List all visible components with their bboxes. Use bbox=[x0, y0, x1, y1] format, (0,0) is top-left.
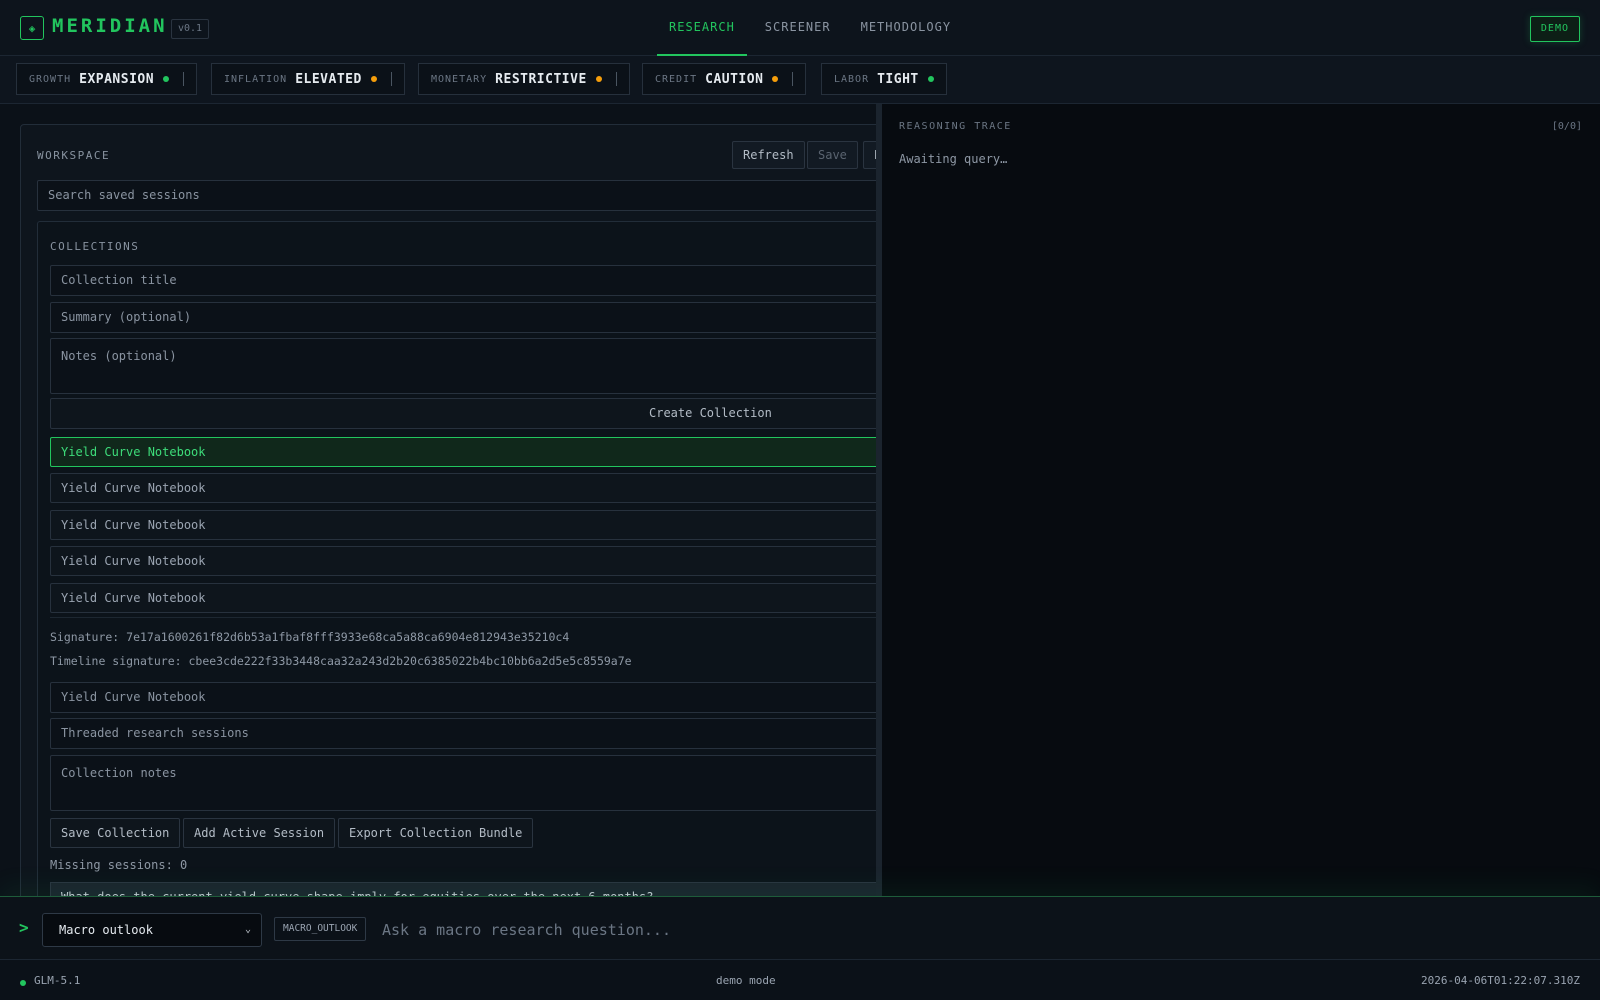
add-active-session-button[interactable]: Add Active Session bbox=[183, 818, 336, 848]
indicator-inflation[interactable]: INFLATION ELEVATED bbox=[211, 63, 405, 95]
separator bbox=[183, 72, 185, 86]
indicator-labor[interactable]: LABOR TIGHT bbox=[821, 63, 947, 95]
mode-select-value: Macro outlook bbox=[59, 923, 153, 937]
model-name: GLM-5.1 bbox=[34, 974, 81, 987]
status-dot-icon bbox=[370, 76, 377, 82]
edit-collection-notes-textarea[interactable]: Collection notes bbox=[50, 755, 876, 811]
collection-item[interactable]: Yield Curve Notebook bbox=[50, 510, 876, 540]
tab-methodology[interactable]: METHODOLOGY bbox=[849, 0, 963, 56]
save-button[interactable]: Save bbox=[807, 141, 858, 169]
brand-name: MERIDIAN bbox=[52, 15, 168, 37]
edit-collection-title-input[interactable]: Yield Curve Notebook bbox=[50, 682, 876, 713]
create-collection-label: Create Collection bbox=[649, 406, 772, 420]
indicator-value: RESTRICTIVE bbox=[495, 71, 587, 87]
missing-sessions-count: Missing sessions: 0 bbox=[50, 858, 188, 872]
status-dot-icon bbox=[163, 76, 170, 82]
indicator-monetary[interactable]: MONETARY RESTRICTIVE bbox=[418, 63, 630, 95]
refresh-button[interactable]: Refresh bbox=[732, 141, 805, 169]
session-item[interactable]: What does the current yield curve shape … bbox=[50, 882, 876, 896]
collections-panel: COLLECTIONS Collection title Summary (op… bbox=[37, 221, 876, 896]
query-input[interactable] bbox=[382, 913, 1572, 947]
timestamp: 2026-04-06T01:22:07.310Z bbox=[1421, 974, 1580, 987]
prompt-chevron-icon: > bbox=[19, 918, 29, 937]
indicator-label: GROWTH bbox=[29, 73, 72, 85]
separator bbox=[390, 72, 392, 86]
collection-item[interactable]: Yield Curve Notebook bbox=[50, 473, 876, 503]
collection-summary-input[interactable]: Summary (optional) bbox=[50, 302, 876, 333]
separator bbox=[615, 72, 617, 86]
indicator-growth[interactable]: GROWTH EXPANSION bbox=[16, 63, 198, 95]
mode-tag: MACRO_OUTLOOK bbox=[274, 917, 367, 941]
app-header: ◈ MERIDIAN v0.1 RESEARCH SCREENER METHOD… bbox=[0, 0, 1600, 56]
collection-signature: Signature: 7e17a1600261f82d6b53a1fbaf8ff… bbox=[50, 630, 570, 644]
indicator-label: CREDIT bbox=[655, 73, 698, 85]
indicator-label: MONETARY bbox=[431, 73, 488, 85]
query-bar: > Macro outlook ⌄ MACRO_OUTLOOK bbox=[0, 896, 1600, 960]
indicator-label: LABOR bbox=[834, 73, 870, 85]
tab-screener[interactable]: SCREENER bbox=[753, 0, 843, 56]
tab-research[interactable]: RESEARCH bbox=[657, 0, 747, 56]
status-dot-icon bbox=[595, 76, 602, 82]
workspace-panel: WORKSPACE Refresh Save E Search saved se… bbox=[20, 124, 876, 896]
collection-item[interactable]: Yield Curve Notebook bbox=[50, 583, 876, 613]
version-badge: v0.1 bbox=[171, 19, 210, 39]
separator bbox=[792, 72, 794, 86]
status-dot-icon bbox=[927, 76, 934, 82]
create-collection-button[interactable]: Create Collection bbox=[50, 398, 876, 429]
main-nav: RESEARCH SCREENER METHODOLOGY bbox=[657, 0, 969, 56]
collections-title: COLLECTIONS bbox=[50, 240, 140, 253]
indicator-value: TIGHT bbox=[877, 71, 919, 87]
timeline-signature: Timeline signature: cbee3cde222f33b3448c… bbox=[50, 654, 632, 668]
indicator-value: CAUTION bbox=[705, 71, 764, 87]
connection-status-icon bbox=[20, 980, 26, 986]
search-sessions-input[interactable]: Search saved sessions bbox=[37, 180, 876, 211]
collection-notes-textarea[interactable]: Notes (optional) bbox=[50, 338, 876, 394]
save-collection-button[interactable]: Save Collection bbox=[50, 818, 181, 848]
workspace-scroll-area[interactable]: WORKSPACE Refresh Save E Search saved se… bbox=[0, 104, 876, 896]
collection-item[interactable]: Yield Curve Notebook bbox=[50, 437, 876, 467]
mode-label: demo mode bbox=[716, 974, 776, 987]
logo-icon: ◈ bbox=[20, 16, 44, 40]
list-divider bbox=[50, 617, 876, 618]
regime-indicator-strip: GROWTH EXPANSION INFLATION ELEVATED MONE… bbox=[0, 56, 1600, 104]
workspace-title: WORKSPACE bbox=[37, 149, 111, 162]
status-bar: GLM-5.1 demo mode 2026-04-06T01:22:07.31… bbox=[0, 960, 1600, 1000]
truncated-button[interactable]: E bbox=[863, 141, 876, 169]
indicator-value: ELEVATED bbox=[295, 71, 362, 87]
reasoning-trace-title: REASONING TRACE bbox=[899, 121, 1012, 132]
chevron-down-icon: ⌄ bbox=[244, 924, 251, 935]
status-dot-icon bbox=[772, 76, 779, 82]
demo-button[interactable]: DEMO bbox=[1529, 16, 1580, 42]
reasoning-trace-panel: REASONING TRACE [0/0] Awaiting query… bbox=[882, 104, 1600, 896]
indicator-value: EXPANSION bbox=[79, 71, 155, 87]
trace-step-counter: [0/0] bbox=[1551, 121, 1582, 132]
collection-item[interactable]: Yield Curve Notebook bbox=[50, 546, 876, 576]
indicator-label: INFLATION bbox=[224, 73, 288, 85]
edit-collection-summary-input[interactable]: Threaded research sessions bbox=[50, 718, 876, 749]
export-collection-bundle-button[interactable]: Export Collection Bundle bbox=[338, 818, 534, 848]
mode-select[interactable]: Macro outlook ⌄ bbox=[42, 913, 262, 947]
collection-title-input[interactable]: Collection title bbox=[50, 265, 876, 296]
trace-status-text: Awaiting query… bbox=[899, 152, 1008, 166]
indicator-credit[interactable]: CREDIT CAUTION bbox=[642, 63, 807, 95]
